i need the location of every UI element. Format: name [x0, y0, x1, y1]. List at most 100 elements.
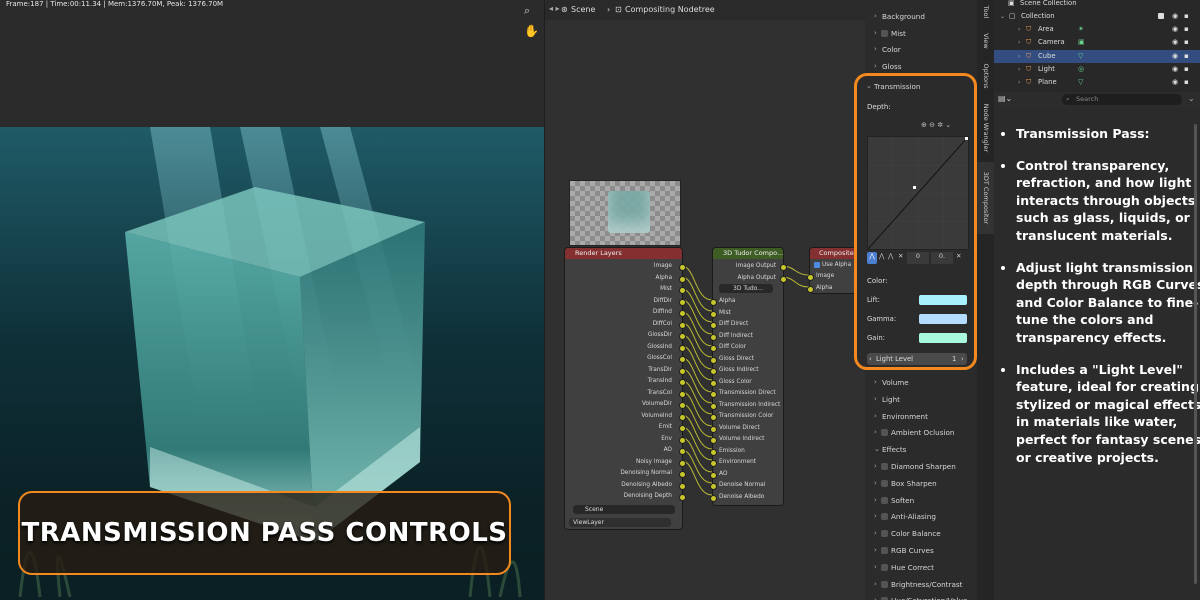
node-input-socket[interactable]: Transmission Indirect — [710, 400, 780, 412]
enable-checkbox[interactable] — [881, 547, 888, 554]
node-output-socket[interactable]: Alpha — [565, 273, 686, 285]
eye-icon[interactable]: ◉ — [1172, 63, 1178, 76]
chevron-right-icon[interactable]: › — [874, 559, 877, 576]
camera-render-icon[interactable]: ▪ — [1184, 23, 1189, 36]
node-input-socket[interactable]: Mist — [710, 308, 731, 320]
node-input-socket[interactable]: Denoise Albedo — [710, 492, 764, 504]
chevron-right-icon[interactable]: › — [874, 25, 877, 42]
node-input-socket[interactable]: Volume Indirect — [710, 434, 764, 446]
effect-row[interactable]: › Hue Correct — [865, 559, 977, 576]
chevron-right-icon[interactable]: › — [874, 525, 877, 542]
chevron-right-icon[interactable]: › — [874, 408, 877, 425]
chevron-right-icon[interactable]: › — [1018, 36, 1020, 49]
node-output-socket[interactable]: TransDir — [565, 365, 686, 377]
vector-handle-icon[interactable]: ⋀ — [867, 252, 877, 264]
compositor-node-editor[interactable]: ◂ ▸ ⊛ Scene › ⊡ Compositing Nodetree Ren… — [545, 0, 865, 600]
node-output-socket[interactable]: Image Output — [713, 261, 787, 273]
chevron-right-icon[interactable]: › — [874, 424, 877, 441]
eye-icon[interactable]: ◉ — [1172, 23, 1178, 36]
node-output-socket[interactable]: Denoising Normal — [565, 468, 686, 480]
pass-panel-row[interactable]: › Ambient Oclusion — [865, 424, 977, 441]
node-output-socket[interactable]: DiffCol — [565, 319, 686, 331]
node-input-socket[interactable]: Emission — [710, 446, 745, 458]
camera-render-icon[interactable]: ▪ — [1184, 10, 1189, 23]
node-input-socket[interactable]: Image — [807, 271, 834, 283]
enable-checkbox[interactable] — [881, 513, 888, 521]
render-viewport[interactable]: Frame:187 | Time:00:11.34 | Mem:1376.70M… — [0, 0, 544, 600]
socket-dot-icon[interactable] — [710, 414, 717, 421]
composite-node[interactable]: Composite Use Alpha Image Alpha — [807, 247, 859, 294]
socket-dot-icon[interactable] — [710, 437, 717, 444]
effect-row[interactable]: › Diamond Sharpen — [865, 458, 977, 475]
node-output-socket[interactable]: Image — [565, 261, 686, 273]
socket-dot-icon[interactable] — [710, 356, 717, 364]
editor-type-icon[interactable]: ▤⌄ — [998, 94, 1012, 103]
node-input-socket[interactable]: Transmission Color — [710, 411, 773, 423]
view-layer-selector[interactable]: ViewLayer — [569, 518, 671, 527]
increment-arrow-icon[interactable]: › — [961, 353, 964, 365]
node-output-socket[interactable]: Env — [565, 434, 686, 446]
node-input-socket[interactable]: Diff Color — [710, 342, 746, 354]
zoom-out-icon[interactable]: ⊖ — [929, 121, 935, 129]
use-alpha-checkbox[interactable]: Use Alpha — [814, 260, 851, 272]
effects-header[interactable]: ⌄ Effects — [865, 441, 977, 458]
socket-dot-icon[interactable] — [679, 494, 686, 501]
render-layers-node-title[interactable]: Render Layers — [565, 248, 682, 259]
socket-dot-icon[interactable] — [679, 344, 686, 352]
node-output-socket[interactable]: Emit — [565, 422, 686, 434]
chevron-right-icon[interactable]: › — [874, 374, 877, 391]
socket-dot-icon[interactable] — [679, 264, 686, 271]
socket-dot-icon[interactable] — [679, 482, 686, 490]
effect-row[interactable]: › Anti-Aliasing — [865, 508, 977, 525]
socket-dot-icon[interactable] — [710, 460, 717, 467]
socket-dot-icon[interactable] — [710, 333, 717, 341]
light-level-slider[interactable]: ‹ Light Level 1 › — [867, 353, 967, 365]
tab-options[interactable]: Options — [977, 58, 994, 94]
socket-dot-icon[interactable] — [807, 285, 814, 293]
chevron-right-icon[interactable]: › — [1018, 63, 1020, 76]
eye-icon[interactable]: ◉ — [1172, 50, 1178, 63]
enable-checkbox[interactable] — [881, 563, 888, 571]
chevron-down-icon[interactable]: ⌄ — [874, 441, 880, 458]
socket-dot-icon[interactable] — [710, 368, 717, 375]
node-input-socket[interactable]: Gloss Indirect — [710, 365, 759, 377]
eye-icon[interactable]: ◉ — [1172, 10, 1178, 23]
aligned-handle-icon[interactable]: ⋀ — [888, 252, 893, 260]
scrollbar[interactable] — [1194, 124, 1197, 584]
node-group-selector[interactable]: 3D Tudo... — [719, 284, 773, 293]
socket-dot-icon[interactable] — [679, 310, 686, 317]
curve-y-value[interactable]: 0. — [931, 252, 953, 264]
socket-dot-icon[interactable] — [807, 274, 814, 281]
node-input-socket[interactable]: Alpha — [710, 296, 735, 308]
scene-collection-row[interactable]: ▣ Scene Collection — [994, 0, 1200, 10]
outliner-item-area[interactable]: › ⛉ Area ✶ ◉ ▪ — [994, 23, 1200, 36]
enable-checkbox[interactable] — [881, 496, 888, 504]
chevron-right-icon[interactable]: › — [1018, 23, 1020, 36]
socket-dot-icon[interactable] — [710, 345, 717, 352]
socket-dot-icon[interactable] — [710, 310, 717, 318]
node-input-socket[interactable]: Diff Indirect — [710, 331, 753, 343]
rgb-curve-widget[interactable] — [867, 136, 969, 250]
tudor-compositor-group-node[interactable]: 3D Tudor Compo... Image Output Alpha Outp… — [710, 247, 787, 506]
socket-dot-icon[interactable] — [679, 298, 686, 306]
node-input-socket[interactable]: Gloss Color — [710, 377, 752, 389]
socket-dot-icon[interactable] — [679, 390, 686, 398]
socket-dot-icon[interactable] — [679, 321, 686, 329]
chevron-right-icon[interactable]: › — [874, 492, 877, 509]
socket-dot-icon[interactable] — [710, 322, 717, 329]
node-output-socket[interactable]: Denoising Depth — [565, 491, 686, 503]
node-input-socket[interactable]: Denoise Normal — [710, 480, 765, 492]
pass-panel-row[interactable]: › Volume — [865, 374, 977, 391]
socket-dot-icon[interactable] — [780, 275, 787, 283]
curve-settings-icon[interactable]: ✲ ⌄ — [937, 121, 951, 129]
node-output-socket[interactable]: TransInd — [565, 376, 686, 388]
enable-checkbox[interactable] — [881, 479, 888, 487]
enable-checkbox[interactable] — [881, 580, 888, 588]
tab-view[interactable]: View — [977, 28, 994, 54]
chevron-right-icon[interactable]: › — [1018, 76, 1020, 89]
chevron-right-icon[interactable]: › — [874, 542, 877, 559]
tab-node-wrangler[interactable]: Node Wrangler — [977, 98, 994, 158]
tab-tool[interactable]: Tool — [977, 0, 994, 24]
socket-dot-icon[interactable] — [710, 299, 717, 306]
lift-color-swatch[interactable] — [919, 295, 967, 305]
